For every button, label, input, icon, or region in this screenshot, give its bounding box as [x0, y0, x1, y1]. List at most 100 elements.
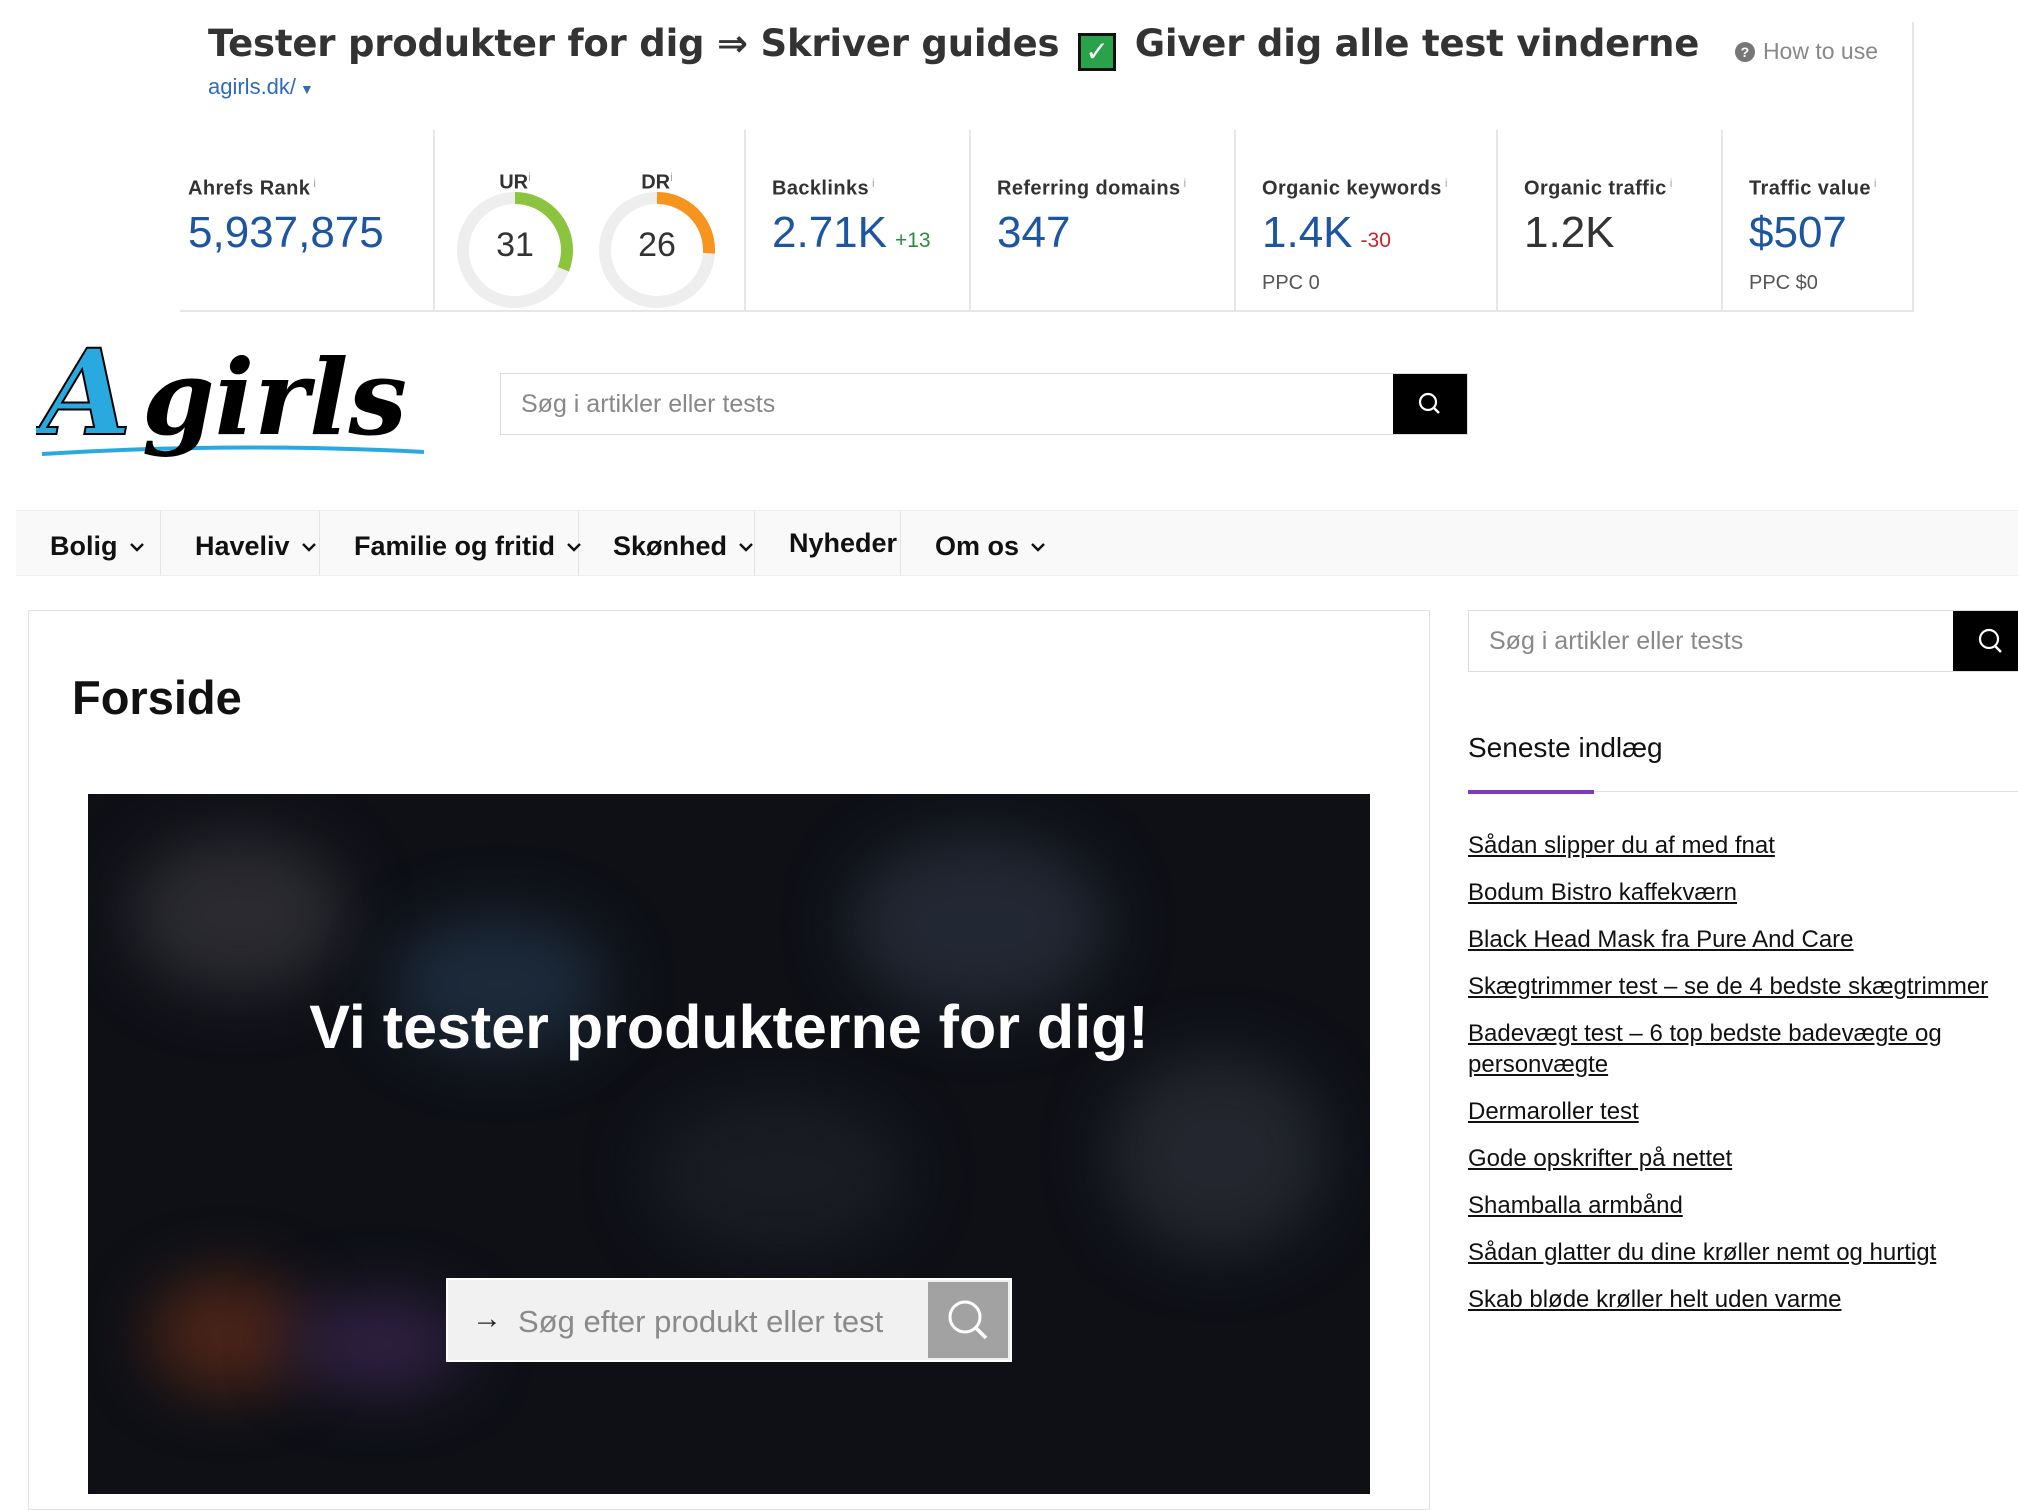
delta-badge: +13	[894, 229, 931, 252]
question-icon: ?	[1734, 42, 1755, 62]
delta-badge: -30	[1360, 229, 1391, 252]
hero-background-blur	[148, 1274, 308, 1394]
hero-background-blur	[848, 834, 1108, 1014]
nav-label: Familie og fritid	[354, 531, 556, 561]
metric-backlinks: Backlinks i 2.71K +13	[744, 130, 969, 310]
sidebar-search-button[interactable]	[1953, 611, 2018, 671]
sidebar-heading: Seneste indlæg	[1468, 732, 1663, 763]
info-icon[interactable]: i	[1445, 176, 1448, 190]
metric-traffic-value: Traffic value i $507 PPC $0	[1721, 130, 1914, 310]
nav-label: Haveliv	[195, 531, 290, 561]
search-icon	[1418, 392, 1440, 414]
chevron-down-icon	[129, 511, 144, 575]
svg-text:A: A	[36, 334, 132, 462]
post-link[interactable]: Skab bløde krøller helt uden varme	[1468, 1284, 2018, 1315]
chevron-down-icon	[1031, 511, 1045, 575]
metric-organic-traffic: Organic traffic i 1.2K	[1496, 130, 1721, 310]
metric-referring-domains: Referring domains i 347	[969, 130, 1234, 310]
hero-background-blur	[128, 834, 348, 994]
site-url-text: agirls.dk/	[208, 74, 297, 99]
info-icon[interactable]: i	[872, 176, 875, 190]
nav-item-familie-og-fritid[interactable]: Familie og fritid	[320, 511, 581, 575]
info-icon[interactable]: i	[670, 170, 673, 184]
hero-search-input[interactable]: → Søg efter produkt eller test	[446, 1278, 1012, 1362]
post-link[interactable]: Skægtrimmer test – se de 4 bedste skægtr…	[1468, 971, 2018, 1002]
search-placeholder: Søg i artikler eller tests	[521, 390, 776, 418]
nav-label: Nyheder	[789, 528, 898, 558]
metric-sub: PPC 0	[1262, 272, 1320, 294]
metric-label: Organic keywords i	[1262, 176, 1448, 200]
ahrefs-toolbar: Tester produkter for dig ⇒ Skriver guide…	[180, 22, 1914, 312]
metric-label: Traffic value i	[1749, 176, 1877, 200]
chevron-down-icon	[739, 511, 753, 575]
header-search-input[interactable]: Søg i artikler eller tests	[500, 373, 1468, 435]
hero-search-placeholder: Søg efter produkt eller test	[518, 1304, 884, 1339]
arrow-right-icon: →	[472, 1302, 502, 1335]
sidebar-heading-accent	[1468, 790, 1594, 794]
nav-item-om-os[interactable]: Om os	[901, 511, 1051, 575]
info-icon[interactable]: i	[313, 176, 316, 190]
site-logo[interactable]: A girls	[29, 322, 428, 472]
metric-sub: PPC $0	[1749, 272, 1818, 294]
search-icon	[948, 1300, 988, 1340]
post-link[interactable]: Shamballa armbånd	[1468, 1190, 2018, 1221]
chevron-down-icon	[301, 511, 316, 575]
how-to-use-link[interactable]: ? How to use	[1734, 38, 1878, 65]
hero-heading: Vi tester produkterne for dig!	[309, 993, 1149, 1061]
metric-label: Organic traffic i	[1524, 176, 1673, 200]
nav-item-nyheder[interactable]: Nyheder	[755, 511, 901, 575]
metric-value[interactable]: 1.4K -30	[1262, 208, 1391, 258]
site-url-link[interactable]: agirls.dk/▼	[208, 74, 314, 100]
how-to-use-label: How to use	[1762, 38, 1878, 64]
hero-background-blur	[1108, 1054, 1328, 1254]
metric-value[interactable]: 5,937,875	[188, 208, 384, 258]
hero-search-button[interactable]	[928, 1282, 1008, 1358]
sidebar-search-input[interactable]: Søg i artikler eller tests	[1468, 610, 2018, 672]
check-mark-icon: ✓	[1078, 33, 1117, 71]
info-icon[interactable]: i	[528, 170, 531, 184]
recent-posts-list: Sådan slipper du af med fnat Bodum Bistr…	[1468, 830, 2018, 1331]
nav-item-haveliv[interactable]: Haveliv	[161, 511, 320, 575]
info-icon[interactable]: i	[1184, 176, 1187, 190]
agirls-logo-image: A girls	[29, 322, 425, 463]
metric-ur-dr: URi 31 DRi 26	[433, 130, 744, 310]
title-part-1: Tester produkter for dig ⇒ Skriver guide…	[208, 22, 1060, 65]
search-placeholder: Søg i artikler eller tests	[1489, 627, 1744, 655]
nav-label: Om os	[935, 531, 1020, 561]
metric-label: Backlinks i	[772, 176, 876, 200]
ur-value: 31	[496, 226, 534, 264]
post-link[interactable]: Black Head Mask fra Pure And Care	[1468, 924, 2018, 955]
metric-value[interactable]: 347	[997, 208, 1070, 258]
search-icon	[1978, 628, 2002, 653]
hero-background-blur	[648, 1094, 908, 1254]
info-icon[interactable]: i	[1670, 176, 1673, 190]
nav-item-bolig[interactable]: Bolig	[16, 511, 161, 575]
main-nav: Bolig Haveliv Familie og fritid Skønhed …	[16, 510, 2018, 576]
post-link[interactable]: Bodum Bistro kaffekværn	[1468, 877, 2018, 908]
post-link[interactable]: Sådan glatter du dine krøller nemt og hu…	[1468, 1237, 2018, 1268]
metric-organic-keywords: Organic keywords i 1.4K -30 PPC 0	[1234, 130, 1496, 310]
nav-item-skonhed[interactable]: Skønhed	[579, 511, 755, 575]
ur-gauge: URi 31	[455, 170, 575, 308]
page-meta-title: Tester produkter for dig ⇒ Skriver guide…	[208, 22, 1699, 71]
metric-label: Ahrefs Rank i	[188, 176, 317, 200]
search-button[interactable]	[1393, 374, 1467, 434]
metric-value[interactable]: $507	[1749, 208, 1847, 258]
nav-label: Bolig	[50, 531, 118, 561]
caret-down-icon[interactable]: ▼	[300, 81, 314, 97]
page-title: Forside	[72, 671, 242, 724]
nav-label: Skønhed	[613, 531, 728, 561]
dr-value: 26	[638, 226, 676, 264]
hero-background-blur	[288, 1294, 468, 1394]
svg-text:girls: girls	[142, 336, 407, 459]
metric-value[interactable]: 1.2K	[1524, 208, 1615, 258]
info-icon[interactable]: i	[1874, 176, 1877, 190]
dr-gauge: DRi 26	[597, 170, 717, 308]
hero-banner: Vi tester produkterne for dig! → Søg eft…	[88, 794, 1370, 1494]
post-link[interactable]: Sådan slipper du af med fnat	[1468, 830, 2018, 861]
metric-label: Referring domains i	[997, 176, 1187, 200]
post-link[interactable]: Gode opskrifter på nettet	[1468, 1143, 2018, 1174]
post-link[interactable]: Badevægt test – 6 top bedste badevægte o…	[1468, 1018, 1988, 1080]
post-link[interactable]: Dermaroller test	[1468, 1096, 2018, 1127]
metric-value[interactable]: 2.71K +13	[772, 208, 931, 258]
